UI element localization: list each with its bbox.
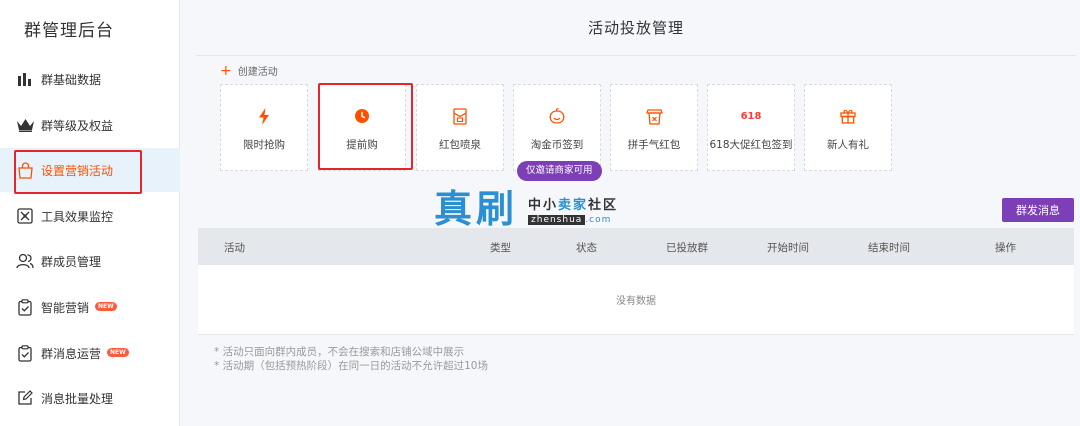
column-header-type: 类型 (490, 242, 511, 254)
clock-icon (355, 107, 369, 125)
watermark-side: 中小卖家社区 zhenshua .com (528, 194, 618, 225)
clipboard-check-icon (16, 344, 34, 362)
column-header-activity: 活动 (224, 242, 245, 254)
shopping-bag-icon (16, 161, 34, 179)
sidebar-item-label: 智能营销 (41, 300, 90, 315)
create-activity-label: 创建活动 (237, 67, 278, 78)
create-activity-link[interactable]: + 创建活动 (220, 62, 278, 79)
sidebar-item-basic-data[interactable]: 群基础数据 (0, 57, 180, 101)
sidebar-item-level-rights[interactable]: 群等级及权益 (0, 103, 180, 147)
watermark-en: zhenshua .com (528, 214, 618, 225)
618-icon: 618 (740, 110, 762, 122)
broadcast-message-button[interactable]: 群发消息 (1002, 198, 1074, 222)
activity-card-618-checkin[interactable]: 618 618大促红包签到 (707, 84, 795, 171)
coin-icon (548, 107, 566, 125)
watermark-logo: 真刷 中小卖家社区 zhenshua .com (434, 190, 618, 228)
activity-card-label: 新人有礼 (827, 139, 869, 151)
watermark-cn-highlight: 卖家 (558, 197, 589, 213)
note-line: * 活动期（包括预热阶段）在同一日的活动不允许超过10场 (214, 360, 488, 372)
notes: * 活动只面向群内成员，不会在搜索和店铺公域中展示 * 活动期（包括预热阶段）在… (214, 345, 488, 373)
table-header: 活动 类型 状态 已投放群 开始时间 结束时间 操作 (198, 228, 1074, 265)
red-packet-icon (453, 107, 467, 125)
watermark-cn-suffix: 社区 (588, 197, 619, 213)
users-icon (16, 252, 34, 270)
activity-card-label: 限时抢购 (243, 139, 285, 151)
column-header-start-time: 开始时间 (767, 242, 809, 254)
plus-icon: + (220, 62, 232, 79)
activity-card-label: 拼手气红包 (627, 139, 681, 151)
activity-card-newcomer-gift[interactable]: 新人有礼 (804, 84, 892, 171)
activity-card-lucky-red-packet[interactable]: 拼手气红包 (610, 84, 698, 171)
column-header-end-time: 结束时间 (868, 242, 910, 254)
watermark-en-box: zhenshua (528, 214, 586, 225)
sidebar-item-group-message[interactable]: 群消息运营 NEW (0, 331, 180, 375)
sidebar-item-label: 群基础数据 (41, 72, 102, 87)
activity-card-flash-sale[interactable]: 限时抢购 (220, 84, 308, 171)
invite-only-pill: 仅邀请商家可用 (517, 161, 602, 181)
main-content: 活动投放管理 + 创建活动 限时抢购 提前购 红包喷泉 淘金币签到 拼手气红包 (196, 0, 1076, 426)
clipboard-check-icon (16, 298, 34, 316)
sidebar: 群管理后台 群基础数据 群等级及权益 设置营销活动 工具效果监控 群成员管理 智… (0, 0, 180, 426)
empty-state: 没有数据 (616, 296, 656, 307)
watermark-cn-prefix: 中小 (528, 197, 559, 213)
sidebar-item-label: 群成员管理 (41, 254, 102, 269)
gift-icon (840, 107, 856, 125)
lightning-icon (258, 107, 270, 125)
monitor-icon (16, 207, 34, 225)
sidebar-item-batch-message[interactable]: 消息批量处理 (0, 376, 180, 420)
gift-packet-icon (645, 107, 663, 125)
sidebar-item-smart-marketing[interactable]: 智能营销 NEW (0, 285, 180, 329)
column-header-deployed-groups: 已投放群 (666, 242, 708, 254)
sidebar-item-label: 群消息运营 (41, 346, 102, 361)
activity-card-label: 提前购 (346, 139, 378, 151)
table-body: 没有数据 (198, 265, 1074, 335)
note-line: * 活动只面向群内成员，不会在搜索和店铺公域中展示 (214, 346, 465, 358)
edit-icon (16, 389, 34, 407)
activity-table: 活动 类型 状态 已投放群 开始时间 结束时间 操作 没有数据 (198, 228, 1074, 335)
bar-chart-icon (16, 70, 34, 88)
page-title: 活动投放管理 (587, 19, 684, 37)
activity-card-red-packet-fountain[interactable]: 红包喷泉 (416, 84, 504, 171)
new-badge: NEW (107, 347, 129, 357)
sidebar-item-marketing-activity[interactable]: 设置营销活动 (0, 148, 180, 192)
watermark-cn: 中小卖家社区 (528, 194, 618, 213)
watermark-big-text: 真刷 (434, 186, 519, 231)
sidebar-item-label: 群等级及权益 (41, 118, 114, 133)
column-header-actions: 操作 (995, 242, 1016, 254)
sidebar-item-label: 工具效果监控 (41, 209, 114, 224)
title-bar: 活动投放管理 (196, 0, 1076, 56)
activity-card-label: 618大促红包签到 (709, 139, 793, 151)
activity-card-label: 淘金币签到 (530, 139, 584, 151)
new-badge: NEW (95, 301, 117, 311)
activity-card-coin-checkin[interactable]: 淘金币签到 (513, 84, 601, 171)
sidebar-item-label: 消息批量处理 (41, 391, 114, 406)
sidebar-item-members[interactable]: 群成员管理 (0, 239, 180, 283)
watermark-en-suffix: .com (585, 214, 612, 225)
sidebar-item-tool-monitor[interactable]: 工具效果监控 (0, 194, 180, 238)
activity-card-presale[interactable]: 提前购 (318, 84, 406, 171)
brand-title: 群管理后台 (24, 21, 114, 41)
sidebar-item-label: 设置营销活动 (41, 163, 114, 178)
column-header-status: 状态 (576, 242, 597, 254)
activity-card-label: 红包喷泉 (439, 139, 481, 151)
crown-icon (16, 116, 34, 134)
